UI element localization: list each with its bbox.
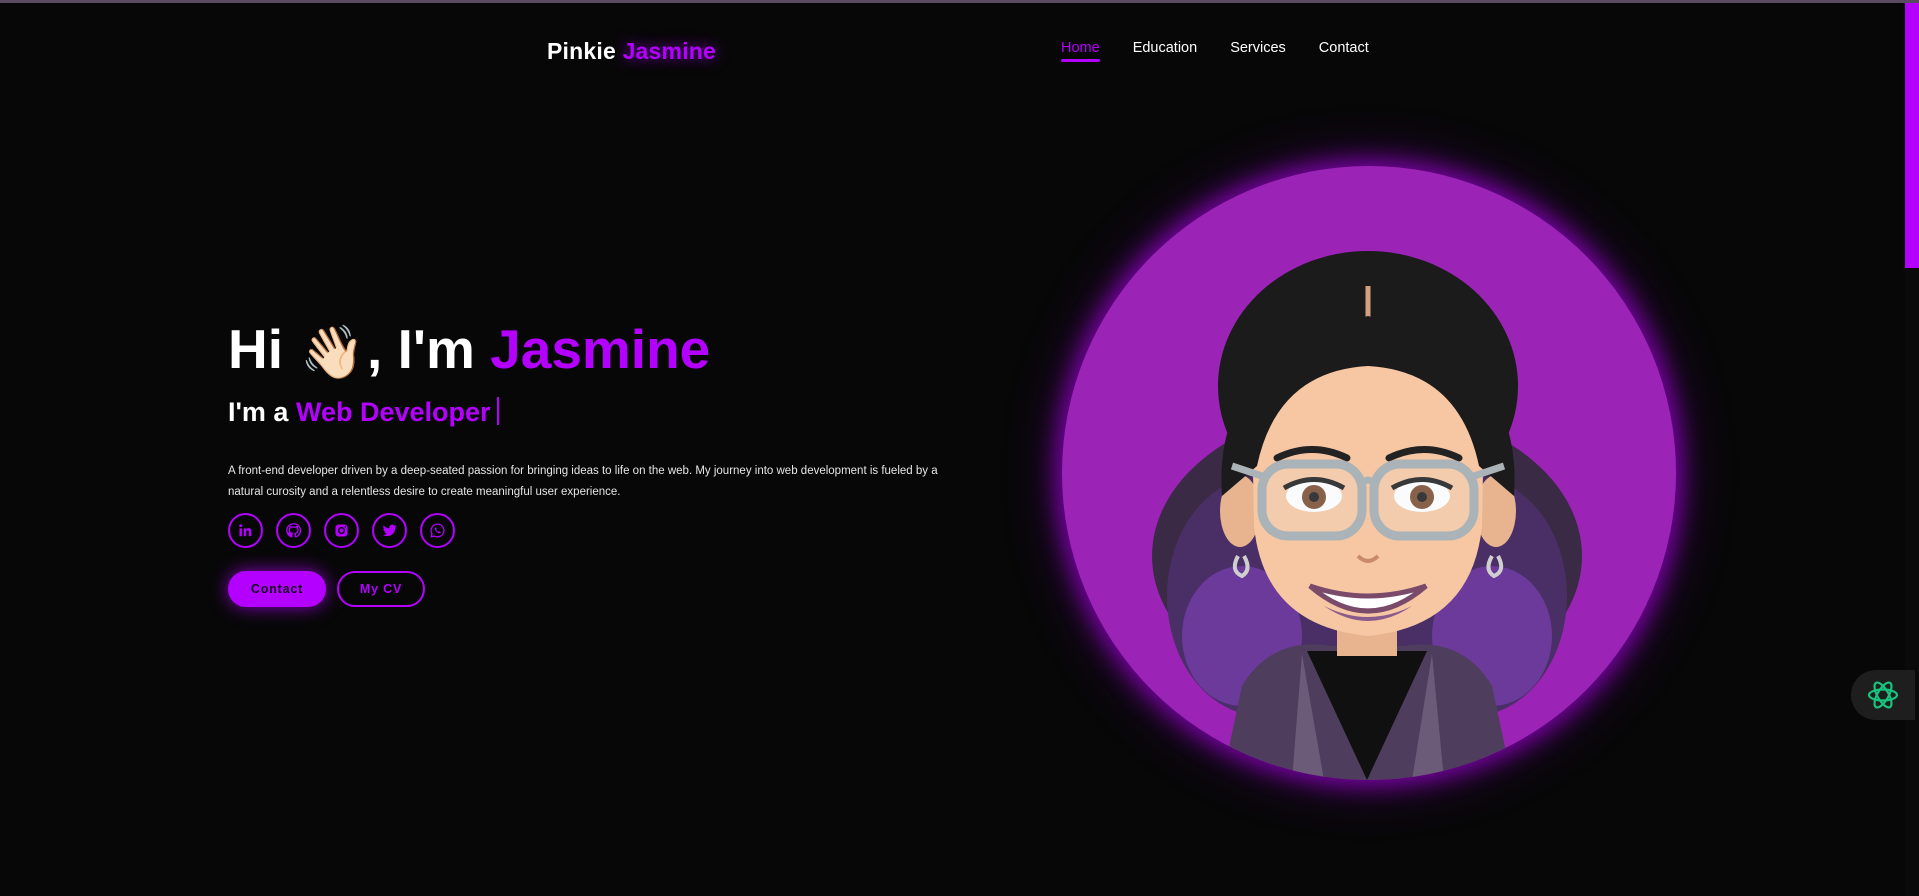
nav-services[interactable]: Services: [1230, 40, 1286, 56]
linkedin-link[interactable]: [228, 513, 263, 548]
greeting-middle: , I'm: [367, 318, 475, 380]
nav-contact[interactable]: Contact: [1319, 40, 1369, 56]
logo-second-word: Jasmine: [622, 38, 717, 64]
linkedin-icon: [239, 524, 252, 537]
site-logo[interactable]: Pinkie Jasmine: [547, 38, 716, 65]
typing-cursor: [496, 397, 499, 425]
logo-first-word: Pinkie: [547, 38, 616, 64]
bitmoji-avatar: [1152, 251, 1582, 780]
hero-description: A front-end developer driven by a deep-s…: [228, 464, 938, 498]
social-links: [228, 513, 455, 548]
github-link[interactable]: [276, 513, 311, 548]
avatar-frame: [1062, 166, 1676, 780]
chat-widget-button[interactable]: [1851, 670, 1915, 720]
github-icon: [286, 523, 302, 538]
twitter-icon: [382, 524, 397, 537]
greeting-prefix: Hi: [228, 318, 283, 380]
chatgpt-icon: [1867, 681, 1899, 709]
hero-title: Hi 👋🏻, I'm Jasmine: [228, 322, 710, 382]
whatsapp-icon: [430, 523, 445, 538]
top-border: [0, 0, 1919, 3]
role-typed-text: Web Developer: [295, 397, 491, 427]
wave-emoji-icon: 👋🏻: [300, 324, 366, 382]
instagram-link[interactable]: [324, 513, 359, 548]
nav-education[interactable]: Education: [1133, 40, 1198, 56]
role-prefix: I'm a: [228, 397, 289, 427]
nav-home[interactable]: Home: [1061, 40, 1100, 62]
hero-role-line: I'm a Web Developer: [228, 397, 499, 428]
scrollbar-thumb[interactable]: [1905, 3, 1919, 268]
contact-button[interactable]: Contact: [228, 571, 326, 607]
instagram-icon: [335, 524, 348, 537]
twitter-link[interactable]: [372, 513, 407, 548]
hero-name: Jasmine: [490, 318, 711, 380]
my-cv-button[interactable]: My CV: [337, 571, 425, 607]
whatsapp-link[interactable]: [420, 513, 455, 548]
main-nav: Home Education Services Contact: [1061, 40, 1369, 62]
